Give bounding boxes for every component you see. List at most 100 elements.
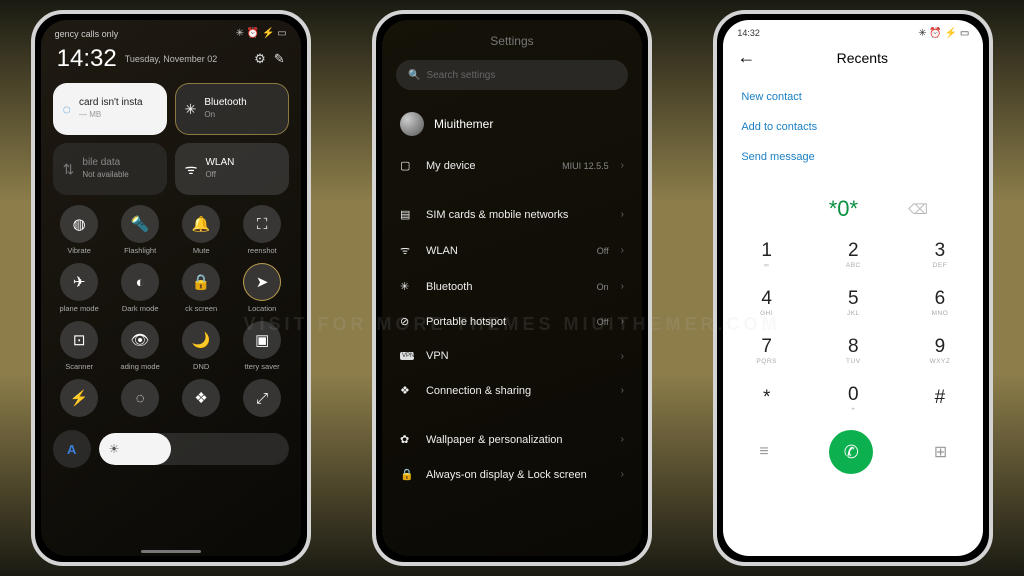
mobile-data-tile[interactable]: ⇅ bile dataNot available <box>53 143 167 195</box>
call-button[interactable]: ✆ <box>829 430 873 474</box>
account-row[interactable]: Miuithemer <box>382 100 642 148</box>
toggle-Mute[interactable]: 🔔Mute <box>173 203 230 257</box>
edit-icon[interactable]: ✎ <box>274 51 285 67</box>
settings-row[interactable]: ✳BluetoothOn› <box>382 269 642 304</box>
toggle-13[interactable]: ◌ <box>112 377 169 422</box>
key-*[interactable]: * <box>723 374 810 422</box>
settings-icon[interactable]: ⚙ <box>254 51 266 67</box>
key-digit: 5 <box>848 288 859 310</box>
action-link[interactable]: Add to contacts <box>741 112 965 142</box>
row-icon: ▢ <box>400 159 414 172</box>
settings-row[interactable]: ❖Connection & sharing› <box>382 373 642 408</box>
key-2[interactable]: 2ABC <box>810 230 897 278</box>
key-9[interactable]: 9WXYZ <box>897 326 984 374</box>
settings-row[interactable]: ▢ My device MIUI 12.5.5 › <box>382 148 642 183</box>
action-link[interactable]: Send message <box>741 142 965 172</box>
dialed-number: *0* <box>829 196 858 222</box>
row-label: WLAN <box>426 245 585 257</box>
water-drop-icon: ◌ <box>63 101 71 117</box>
sim-card-tile[interactable]: ◌ card isn't insta— MB <box>53 83 167 135</box>
key-6[interactable]: 6MNO <box>897 278 984 326</box>
toggle-Flashlight[interactable]: 🔦 Flashlight <box>112 203 169 257</box>
key-4[interactable]: 4GHI <box>723 278 810 326</box>
toggle-label: Mute <box>193 246 210 255</box>
auto-brightness-button[interactable]: A <box>53 430 91 468</box>
row-label: SIM cards & mobile networks <box>426 209 597 221</box>
toggle-ttery saver[interactable]: ▣ttery saver <box>234 319 291 373</box>
toggle-ading mode[interactable]: 👁ading mode <box>112 319 169 373</box>
settings-row[interactable]: ✿ Wallpaper & personalization › <box>382 422 642 457</box>
phone-dialer: 14:32 ✳ ⏰ ⚡ ▭ ← Recents New contactAdd t… <box>713 10 993 566</box>
chevron-right-icon: › <box>621 434 624 445</box>
key-digit: 9 <box>935 336 946 358</box>
settings-row[interactable]: 🔒Always-on display & Lock screen› <box>382 457 642 492</box>
toggle-label: plane mode <box>60 304 99 313</box>
toggle-Vibrate[interactable]: ◍Vibrate <box>51 203 108 257</box>
key-letters: + <box>851 406 855 413</box>
row-icon: ✿ <box>400 433 414 446</box>
chevron-right-icon: › <box>621 160 624 171</box>
toggle-12[interactable]: ⚡ <box>51 377 108 422</box>
wlan-tile[interactable]: ᯤ WLANOff <box>175 143 289 195</box>
key-0[interactable]: 0+ <box>810 374 897 422</box>
key-5[interactable]: 5JKL <box>810 278 897 326</box>
key-8[interactable]: 8TUV <box>810 326 897 374</box>
toggle-14[interactable]: ❖ <box>173 377 230 422</box>
chevron-right-icon: › <box>621 245 624 256</box>
toggle-label: reenshot <box>248 246 277 255</box>
toggle-icon: ⚡ <box>60 379 98 417</box>
key-7[interactable]: 7PQRS <box>723 326 810 374</box>
toggle-reenshot[interactable]: ⛶reenshot <box>234 203 291 257</box>
toggle-label: Flashlight <box>124 246 156 255</box>
menu-icon[interactable]: ≡ <box>759 443 768 461</box>
settings-row[interactable]: ⊘Portable hotspotOff› <box>382 304 642 339</box>
home-indicator[interactable] <box>141 550 201 553</box>
row-value: MIUI 12.5.5 <box>562 161 609 171</box>
key-letters: MNO <box>932 310 949 317</box>
toggle-Dark mode[interactable]: ◐Dark mode <box>112 261 169 315</box>
chevron-right-icon: › <box>621 209 624 220</box>
settings-row[interactable]: ▤SIM cards & mobile networks› <box>382 197 642 232</box>
key-letters: ABC <box>846 262 861 269</box>
toggle-Scanner[interactable]: ⊡Scanner <box>51 319 108 373</box>
status-icons: ✳ ⏰ ⚡ ▭ <box>236 28 287 39</box>
toggle-label: Scanner <box>65 362 93 371</box>
key-digit: 7 <box>761 336 772 358</box>
toggle-icon: 🔦 <box>121 205 159 243</box>
toggle-icon: ◐ <box>121 263 159 301</box>
backspace-icon[interactable]: ⌫ <box>908 201 928 218</box>
key-letters: JKL <box>847 310 860 317</box>
avatar <box>400 112 424 136</box>
toggle-ck screen[interactable]: 🔒ck screen <box>173 261 230 315</box>
key-1[interactable]: 1∞ <box>723 230 810 278</box>
key-#[interactable]: # <box>897 374 984 422</box>
action-link[interactable]: New contact <box>741 82 965 112</box>
status-bar: 14:32 ✳ ⏰ ⚡ ▭ <box>723 20 983 39</box>
settings-row[interactable]: ᯤ WLAN Off › <box>382 232 642 269</box>
wifi-icon: ᯤ <box>185 160 198 179</box>
row-icon: ᯤ <box>400 243 414 258</box>
toggle-plane mode[interactable]: ✈plane mode <box>51 261 108 315</box>
toggle-DND[interactable]: 🌙DND <box>173 319 230 373</box>
mobile-data-icon: ⇅ <box>63 161 75 178</box>
bt-label: Bluetooth <box>204 97 246 108</box>
page-title: Settings <box>382 20 642 54</box>
chevron-right-icon: › <box>621 469 624 480</box>
settings-row[interactable]: VPNVPN› <box>382 339 642 373</box>
search-input[interactable]: 🔍 Search settings <box>396 60 628 90</box>
toggle-label: DND <box>193 362 209 371</box>
row-label: My device <box>426 160 550 172</box>
toggle-Location[interactable]: ➤Location <box>234 261 291 315</box>
toggle-icon: ⤢ <box>243 379 281 417</box>
chevron-right-icon: › <box>621 281 624 292</box>
account-name: Miuithemer <box>434 117 493 131</box>
key-3[interactable]: 3DEF <box>897 230 984 278</box>
grid-icon[interactable]: ⊞ <box>934 442 947 462</box>
back-icon[interactable]: ← <box>737 47 755 68</box>
bluetooth-icon: ✳ <box>185 101 197 118</box>
brightness-slider[interactable]: ☀ <box>99 433 289 465</box>
row-value: Off <box>597 246 609 256</box>
bluetooth-tile[interactable]: ✳ BluetoothOn <box>175 83 289 135</box>
toggle-15[interactable]: ⤢ <box>234 377 291 422</box>
row-label: Wallpaper & personalization <box>426 434 597 446</box>
